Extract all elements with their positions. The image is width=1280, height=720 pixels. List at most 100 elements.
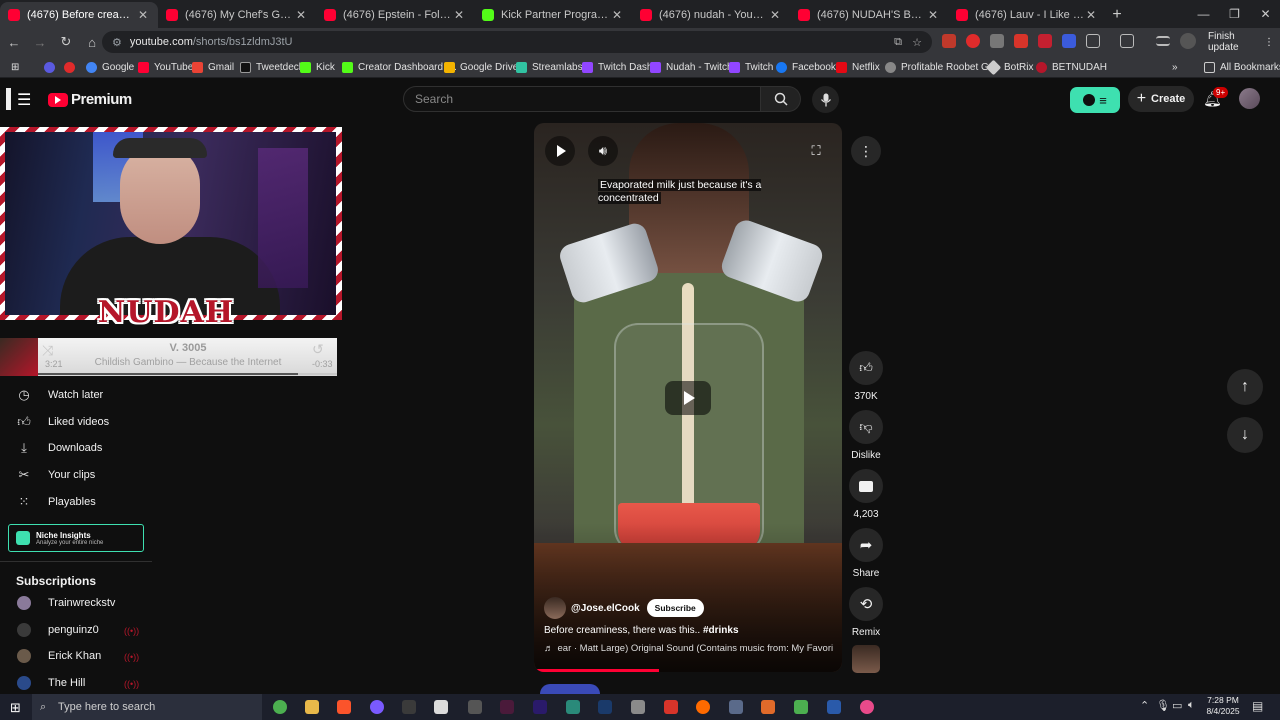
menu-kebab-icon[interactable]: ⋮ [1264, 37, 1274, 48]
close-tab-icon[interactable]: ✕ [452, 8, 466, 22]
app-icon[interactable] [794, 700, 808, 714]
bookmark-youtube[interactable]: YouTube [138, 56, 193, 78]
create-button[interactable]: + Create [1128, 86, 1194, 112]
bookmark-gmail[interactable]: Gmail [192, 56, 234, 78]
app-icon[interactable] [402, 700, 416, 714]
premiere-icon[interactable] [533, 700, 547, 714]
subscription-trainwreckstv[interactable]: Trainwreckstv [0, 590, 150, 616]
video-description[interactable]: Before creaminess, there was this.. #dri… [544, 625, 739, 636]
new-tab-button[interactable]: + [1106, 2, 1128, 28]
bookmark-twitch[interactable]: Twitch [729, 56, 773, 78]
browser-tab[interactable]: Kick Partner Program - Kick Da✕ [474, 2, 632, 28]
youtube-premium-logo[interactable]: Premium [48, 91, 132, 108]
browser-tab[interactable]: (4676) My Chef's Guide To Knife✕ [158, 2, 316, 28]
sound-thumbnail[interactable] [852, 645, 880, 673]
profile-avatar-icon[interactable] [1180, 33, 1196, 49]
fullscreen-button[interactable]: ⛶ [801, 136, 831, 166]
subscribe-button[interactable]: Subscribe [646, 599, 704, 617]
sidebar-item-downloads[interactable]: ⤓ Downloads [0, 435, 150, 461]
share-button[interactable]: ➦ [849, 528, 883, 562]
app-icon[interactable] [729, 700, 743, 714]
site-info-icon[interactable]: ⚙ [112, 36, 122, 49]
bookmark-creator-dashboard[interactable]: Creator Dashboard |... [342, 56, 457, 78]
close-tab-icon[interactable]: ✕ [610, 8, 624, 22]
close-window-icon[interactable]: ✕ [1250, 0, 1280, 28]
close-tab-icon[interactable]: ✕ [136, 8, 150, 22]
voice-search-button[interactable] [812, 86, 839, 113]
sidebar-item-watch-later[interactable]: ◷ Watch later [0, 382, 150, 408]
close-tab-icon[interactable]: ✕ [926, 8, 940, 22]
sidebar-item-your-clips[interactable]: ✂ Your clips [0, 462, 150, 488]
sidebar-item-liked-videos[interactable]: 👍︎ Liked videos [0, 409, 150, 435]
extension-icon[interactable] [1062, 34, 1076, 48]
like-button[interactable]: 👍︎ [849, 351, 883, 385]
short-video-player[interactable]: 🔊︎ ⛶ Evaporated milk just because it's a… [534, 123, 842, 672]
notepad-icon[interactable] [434, 700, 448, 714]
play-button[interactable] [545, 136, 575, 166]
bookmark-botrix[interactable]: BotRix [985, 56, 1033, 78]
forward-arrow-icon[interactable]: → [28, 30, 52, 54]
app-icon[interactable] [696, 700, 710, 714]
bookmark-kick[interactable]: Kick [300, 56, 335, 78]
finish-update-button[interactable]: Finish update ⋮ [1202, 31, 1280, 53]
previous-short-button[interactable]: ↑ [1227, 369, 1263, 405]
chrome-app-icon[interactable] [273, 700, 287, 714]
app-icon[interactable] [664, 700, 678, 714]
next-short-button[interactable]: ↓ [1227, 417, 1263, 453]
sidebar-item-playables[interactable]: ⁙ Playables [0, 489, 150, 515]
steam-icon[interactable] [598, 700, 612, 714]
windows-start-icon[interactable]: ⊞ [10, 700, 21, 716]
network-icon[interactable]: ▭ [1172, 699, 1182, 712]
dislike-button[interactable]: 👎︎ [849, 410, 883, 444]
app-icon[interactable] [500, 700, 514, 714]
account-avatar[interactable] [1239, 88, 1260, 109]
volume-icon[interactable]: 🔈︎ [1188, 699, 1195, 712]
minimize-icon[interactable]: — [1188, 0, 1219, 28]
browser-tab[interactable]: (4676) nudah - YouTube ✕ [632, 2, 790, 28]
browser-tab[interactable]: (4676) Epstein - Follow The Mo✕ [316, 2, 474, 28]
remix-button[interactable]: ⟲ [849, 587, 883, 621]
video-progress-bar[interactable] [534, 669, 659, 672]
close-tab-icon[interactable]: ✕ [294, 8, 308, 22]
streamlabs-extension-button[interactable]: ≡ [1070, 87, 1120, 113]
extension-icon[interactable] [1038, 34, 1052, 48]
app-icon[interactable] [468, 700, 482, 714]
bookmark-betnudah[interactable]: BETNUDAH [1036, 56, 1107, 78]
channel-avatar[interactable] [544, 597, 566, 619]
niche-insights-button[interactable]: Niche Insights Analyze your entire niche [8, 524, 144, 552]
brave-icon[interactable] [337, 700, 351, 714]
bookmark-google[interactable]: Google [86, 56, 134, 78]
browser-tab[interactable]: (4676) NUDAH'S BEST, FUNNIE✕ [790, 2, 948, 28]
bookmark-star-icon[interactable]: ☆ [912, 36, 922, 49]
more-options-button[interactable]: ⋮ [851, 136, 881, 166]
bookmark-icon-only[interactable] [44, 56, 60, 78]
app-icon[interactable] [370, 700, 384, 714]
bookmark-streamlabs[interactable]: Streamlabs [516, 56, 583, 78]
bookmark-icon-only[interactable] [64, 56, 80, 78]
taskbar-search-input[interactable]: ⌕ Type here to search [32, 694, 262, 720]
close-tab-icon[interactable]: ✕ [1084, 8, 1098, 22]
extension-icon[interactable] [1014, 34, 1028, 48]
browser-tab[interactable]: (4676) Before creaminess, there✕ [0, 2, 158, 28]
extensions-puzzle-icon[interactable] [1086, 34, 1100, 48]
center-play-button[interactable] [665, 381, 711, 415]
address-bar[interactable]: ⚙ youtube.com/shorts/bs1zldmJ3tU ⧉ ☆ [102, 31, 932, 53]
restore-icon[interactable]: ❐ [1219, 0, 1250, 28]
home-icon[interactable]: ⌂ [80, 30, 104, 54]
bookmark-nudah-twitch[interactable]: Nudah - Twitch [650, 56, 733, 78]
bookmark-tweetdeck[interactable]: Tweetdeck [240, 56, 304, 78]
search-input[interactable]: Search [403, 86, 761, 112]
reload-icon[interactable]: ↻ [54, 30, 78, 54]
all-bookmarks[interactable]: All Bookmarks [1204, 56, 1280, 78]
file-explorer-icon[interactable] [305, 700, 319, 714]
hashtag-link[interactable]: #drinks [703, 625, 739, 636]
app-icon[interactable] [631, 700, 645, 714]
extension-icon[interactable] [966, 34, 980, 48]
bookmark-netflix[interactable]: Netflix [836, 56, 880, 78]
apps-grid-icon[interactable]: ⊞ [11, 56, 19, 78]
bookmark-google-drive[interactable]: Google Drive [444, 56, 518, 78]
reading-mode-icon[interactable] [1120, 34, 1134, 48]
tray-mic-icon[interactable]: 🎙︎ [1156, 699, 1170, 712]
app-icon[interactable] [860, 700, 874, 714]
bookmark-roobet[interactable]: Profitable Roobet G... [885, 56, 997, 78]
